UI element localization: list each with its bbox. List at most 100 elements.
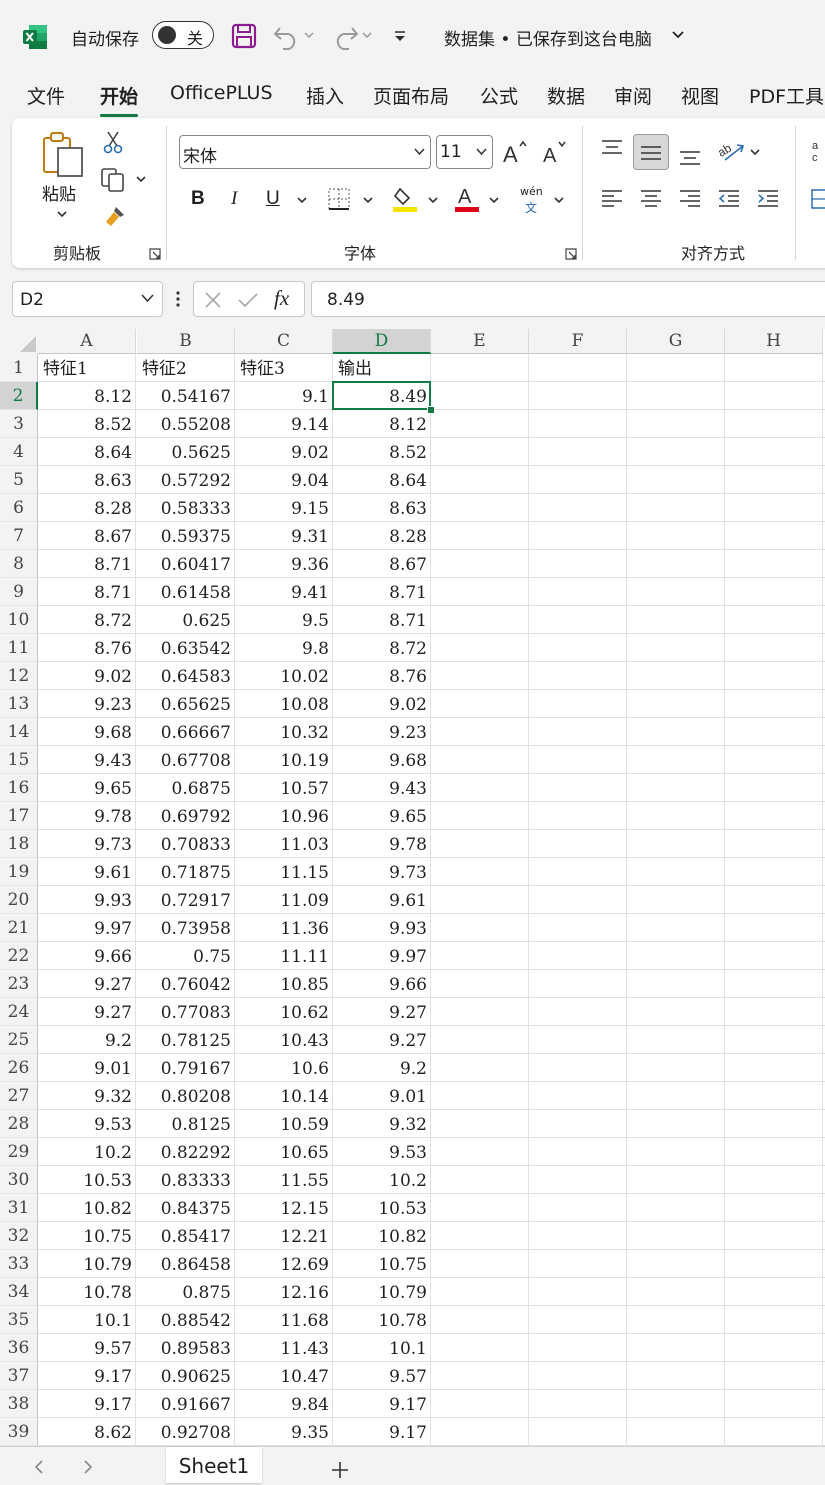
row-header[interactable]: 25 (0, 1026, 38, 1054)
data-cell[interactable]: 10.78 (333, 1306, 431, 1334)
row-header[interactable]: 3 (0, 410, 38, 438)
data-cell[interactable]: 0.86458 (137, 1250, 235, 1278)
row-header[interactable]: 35 (0, 1306, 38, 1334)
chevron-down-icon[interactable] (488, 196, 500, 205)
align-center-icon[interactable] (639, 188, 663, 210)
align-left-icon[interactable] (600, 188, 624, 210)
data-cell[interactable]: 9.68 (333, 746, 431, 774)
column-header-d[interactable]: D (333, 329, 431, 354)
wrap-text-icon[interactable]: a c (810, 138, 825, 164)
data-cell[interactable]: 11.36 (235, 914, 333, 942)
column-header-a[interactable]: A (38, 329, 136, 354)
data-cell[interactable]: 10.02 (235, 662, 333, 690)
data-cell[interactable]: 10.65 (235, 1138, 333, 1166)
formula-input[interactable]: 8.49 (311, 281, 825, 317)
cancel-icon[interactable] (204, 291, 222, 309)
data-cell[interactable]: 0.73958 (137, 914, 235, 942)
tab-insert[interactable]: 插入 (306, 82, 344, 109)
data-cell[interactable]: 9.31 (235, 522, 333, 550)
row-header[interactable]: 7 (0, 522, 38, 550)
data-cell[interactable]: 8.28 (38, 494, 136, 522)
cut-icon[interactable] (102, 130, 124, 154)
row-header[interactable]: 19 (0, 858, 38, 886)
row-header[interactable]: 29 (0, 1138, 38, 1166)
data-cell[interactable]: 8.63 (333, 494, 431, 522)
data-cell[interactable]: 9.73 (333, 858, 431, 886)
data-cell[interactable]: 9.36 (235, 550, 333, 578)
data-cell[interactable]: 0.54167 (137, 382, 235, 410)
data-cell[interactable]: 9.17 (333, 1418, 431, 1446)
data-cell[interactable]: 10.75 (38, 1222, 136, 1250)
data-cell[interactable]: 9.78 (333, 830, 431, 858)
select-all-corner[interactable] (0, 329, 38, 354)
data-cell[interactable]: 8.12 (333, 410, 431, 438)
tab-data[interactable]: 数据 (547, 82, 585, 109)
data-cell[interactable]: 0.76042 (137, 970, 235, 998)
data-cell[interactable]: 9.17 (38, 1362, 136, 1390)
borders-icon[interactable] (327, 187, 351, 211)
data-cell[interactable]: 0.80208 (137, 1082, 235, 1110)
data-cell[interactable]: 10.57 (235, 774, 333, 802)
customize-quick-access-icon[interactable] (391, 27, 409, 45)
data-cell[interactable]: 10.08 (235, 690, 333, 718)
phonetic-guide-bottom[interactable]: 文 (525, 199, 537, 216)
align-middle-button[interactable] (633, 134, 669, 170)
column-header-g[interactable]: G (627, 329, 725, 354)
data-cell[interactable]: 8.71 (333, 606, 431, 634)
data-cell[interactable]: 0.60417 (137, 550, 235, 578)
data-cell[interactable]: 10.1 (333, 1334, 431, 1362)
align-top-icon[interactable] (600, 138, 624, 160)
data-cell[interactable]: 9.02 (333, 690, 431, 718)
data-cell[interactable]: 11.43 (235, 1334, 333, 1362)
data-cell[interactable]: 9.35 (235, 1418, 333, 1446)
tab-officeplus[interactable]: OfficePLUS (170, 82, 273, 104)
row-header[interactable]: 10 (0, 606, 38, 634)
data-cell[interactable]: 8.72 (38, 606, 136, 634)
chevron-left-icon[interactable] (34, 1459, 44, 1475)
row-header[interactable]: 39 (0, 1418, 38, 1446)
data-cell[interactable]: 8.63 (38, 466, 136, 494)
chevron-down-icon[interactable] (141, 294, 154, 303)
align-bottom-icon[interactable] (678, 144, 702, 166)
underline-button[interactable]: U (266, 188, 280, 210)
data-cell[interactable]: 10.79 (38, 1250, 136, 1278)
undo-icon[interactable] (272, 22, 302, 50)
data-cell[interactable]: 10.53 (38, 1166, 136, 1194)
data-cell[interactable]: 11.09 (235, 886, 333, 914)
column-header-f[interactable]: F (529, 329, 627, 354)
data-cell[interactable]: 9.27 (38, 998, 136, 1026)
data-cell[interactable]: 9.2 (38, 1026, 136, 1054)
data-cell[interactable]: 0.90625 (137, 1362, 235, 1390)
chevron-down-icon[interactable] (361, 30, 373, 40)
data-cell[interactable]: 0.625 (137, 606, 235, 634)
row-header[interactable]: 5 (0, 466, 38, 494)
chevron-down-icon[interactable] (56, 210, 68, 219)
data-cell[interactable]: 0.58333 (137, 494, 235, 522)
data-cell[interactable]: 0.6875 (137, 774, 235, 802)
data-cell[interactable]: 9.27 (333, 998, 431, 1026)
data-cell[interactable]: 11.03 (235, 830, 333, 858)
data-cell[interactable]: 9.53 (38, 1110, 136, 1138)
data-cell[interactable]: 0.78125 (137, 1026, 235, 1054)
row-header[interactable]: 30 (0, 1166, 38, 1194)
data-cell[interactable]: 9.61 (38, 858, 136, 886)
chevron-down-icon[interactable] (296, 196, 308, 205)
data-cell[interactable]: 9.14 (235, 410, 333, 438)
row-header[interactable]: 15 (0, 746, 38, 774)
data-cell[interactable]: 9.8 (235, 634, 333, 662)
data-cell[interactable]: 10.85 (235, 970, 333, 998)
data-cell[interactable]: 0.75 (137, 942, 235, 970)
data-cell[interactable]: 10.1 (38, 1306, 136, 1334)
data-cell[interactable]: 10.32 (235, 718, 333, 746)
row-header[interactable]: 33 (0, 1250, 38, 1278)
row-header[interactable]: 8 (0, 550, 38, 578)
data-cell[interactable]: 0.69792 (137, 802, 235, 830)
row-header[interactable]: 4 (0, 438, 38, 466)
data-cell[interactable]: 10.6 (235, 1054, 333, 1082)
data-cell[interactable]: 0.72917 (137, 886, 235, 914)
data-cell[interactable]: 0.82292 (137, 1138, 235, 1166)
data-cell[interactable]: 9.78 (38, 802, 136, 830)
data-cell[interactable]: 10.53 (333, 1194, 431, 1222)
data-cell[interactable]: 10.79 (333, 1278, 431, 1306)
data-cell[interactable]: 12.15 (235, 1194, 333, 1222)
